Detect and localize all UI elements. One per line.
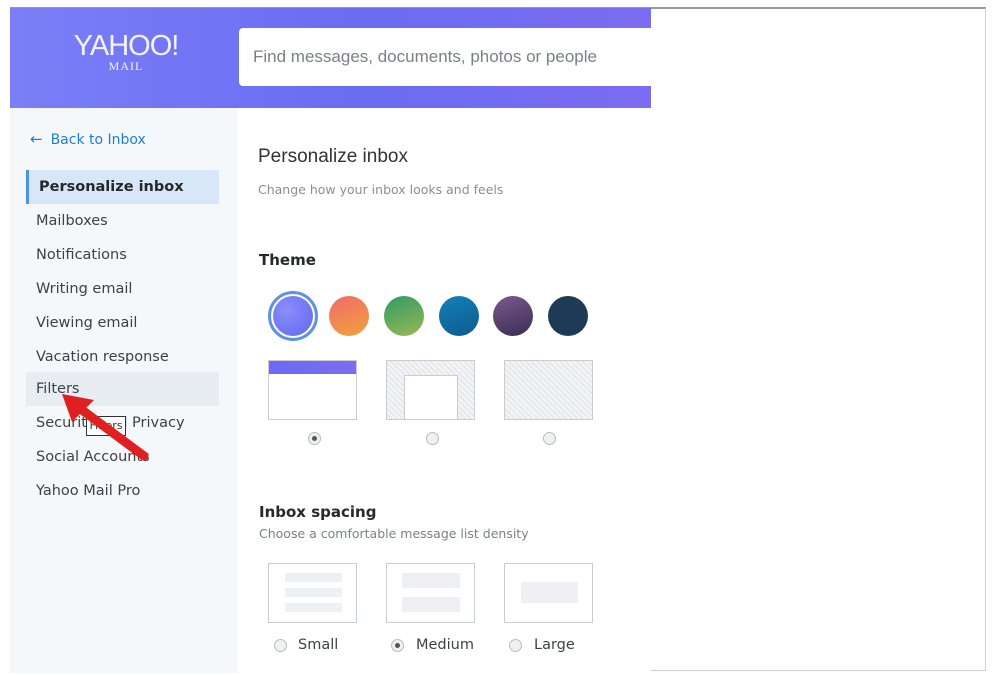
theme-swatch-plum[interactable] xyxy=(493,296,533,336)
theme-layout-framed[interactable] xyxy=(386,360,475,420)
back-label: Back to Inbox xyxy=(50,132,146,148)
yahoo-mail-logo[interactable]: YAHOO! MAIL xyxy=(66,30,186,73)
theme-layout-full[interactable] xyxy=(504,360,593,420)
red-arrow-pointer-icon xyxy=(62,394,149,461)
sidebar-item-yahoo-mail-pro[interactable]: Yahoo Mail Pro xyxy=(26,474,219,508)
theme-swatch-blue[interactable] xyxy=(439,296,479,336)
theme-swatch-sunset[interactable] xyxy=(329,296,369,336)
sidebar-item-notifications[interactable]: Notifications xyxy=(26,238,219,272)
settings-sidebar: ← Back to Inbox Personalize inbox Mailbox… xyxy=(10,108,237,673)
page-title: Personalize inbox xyxy=(258,146,408,167)
layout-frame-inner xyxy=(404,375,458,419)
spacing-card-large[interactable] xyxy=(504,563,593,623)
sidebar-item-viewing-email[interactable]: Viewing email xyxy=(26,306,219,340)
spacing-card-medium[interactable] xyxy=(386,563,475,623)
sidebar-item-personalize-inbox[interactable]: Personalize inbox xyxy=(26,170,219,204)
density-row xyxy=(285,573,342,582)
spacing-radio-medium[interactable] xyxy=(391,639,404,652)
logo-wordmark: YAHOO! xyxy=(73,30,180,62)
spacing-label-medium: Medium xyxy=(416,637,474,653)
theme-swatch-green[interactable] xyxy=(384,296,424,336)
layout-header-bar xyxy=(269,361,356,374)
theme-heading: Theme xyxy=(259,251,316,269)
density-row xyxy=(285,603,342,612)
density-row xyxy=(402,573,460,588)
sidebar-item-writing-email[interactable]: Writing email xyxy=(26,272,219,306)
arrow-left-icon: ← xyxy=(30,130,43,148)
search-input[interactable] xyxy=(239,28,659,86)
sidebar-item-mailboxes[interactable]: Mailboxes xyxy=(26,204,219,238)
spacing-label-small: Small xyxy=(298,637,339,653)
density-row xyxy=(285,588,342,597)
back-to-inbox-link[interactable]: ← Back to Inbox xyxy=(30,130,146,148)
theme-layout-radio-1[interactable] xyxy=(308,432,321,445)
density-row xyxy=(402,597,460,612)
page-subtitle: Change how your inbox looks and feels xyxy=(258,182,504,197)
spacing-radio-small[interactable] xyxy=(274,639,287,652)
theme-layout-radio-3[interactable] xyxy=(543,432,556,445)
inbox-spacing-subtitle: Choose a comfortable message list densit… xyxy=(259,526,529,541)
theme-layout-header[interactable] xyxy=(268,360,357,420)
spacing-radio-large[interactable] xyxy=(509,639,522,652)
spacing-label-large: Large xyxy=(534,637,575,653)
density-row xyxy=(521,582,578,603)
inbox-spacing-heading: Inbox spacing xyxy=(259,503,377,521)
theme-swatch-navy[interactable] xyxy=(548,296,588,336)
spacing-card-small[interactable] xyxy=(268,563,357,623)
theme-swatch-purple[interactable] xyxy=(273,296,313,336)
sidebar-item-vacation-response[interactable]: Vacation response xyxy=(26,340,219,374)
theme-layout-radio-2[interactable] xyxy=(426,432,439,445)
